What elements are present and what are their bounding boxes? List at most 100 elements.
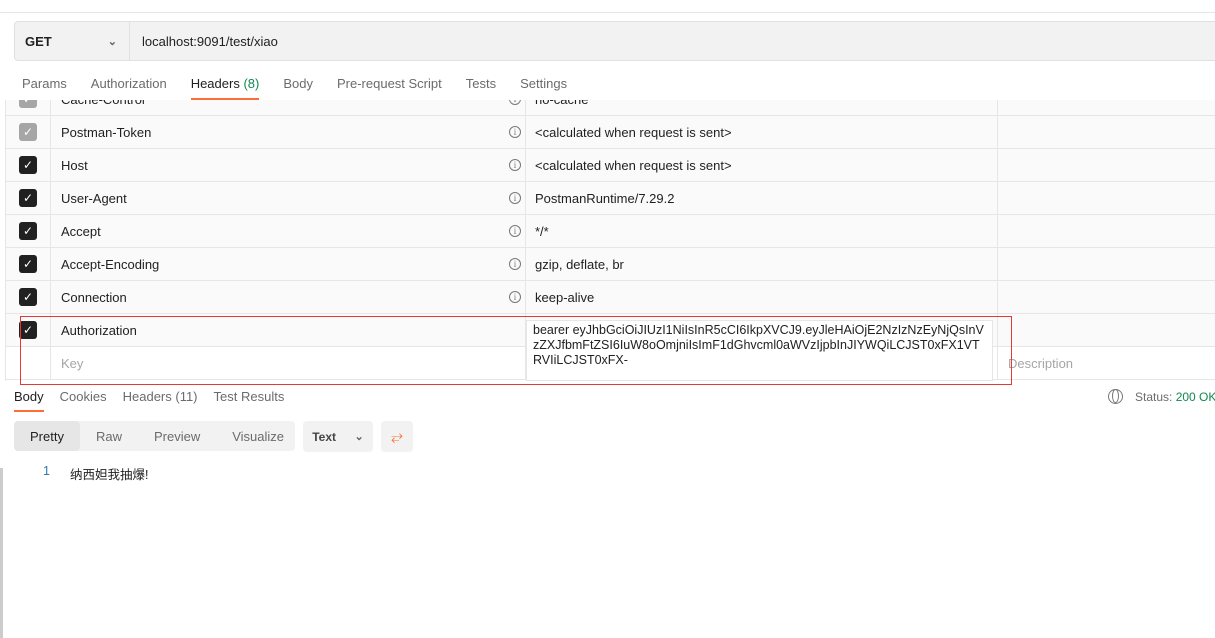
- key-input[interactable]: Key: [51, 347, 526, 379]
- info-icon[interactable]: i: [509, 258, 521, 270]
- checkbox-cell: ✓: [6, 314, 51, 346]
- method-select[interactable]: GET ⌄: [15, 22, 130, 60]
- checkbox[interactable]: ✓: [19, 222, 37, 240]
- method-label: GET: [25, 33, 52, 49]
- checkbox[interactable]: ✓: [19, 123, 37, 141]
- info-icon[interactable]: i: [509, 225, 521, 237]
- chevron-down-icon: ⌄: [107, 35, 117, 48]
- description-cell[interactable]: [998, 314, 1215, 346]
- response-tab-headers[interactable]: Headers (11): [123, 389, 198, 411]
- checkbox[interactable]: ✓: [19, 189, 37, 207]
- line-text: 纳西妲我抽爆!: [70, 468, 149, 482]
- response-tab-test-results[interactable]: Test Results: [214, 389, 285, 411]
- checkbox[interactable]: ✓: [19, 255, 37, 273]
- request-tabs: Params Authorization Headers (8) Body Pr…: [22, 76, 567, 100]
- top-bar: [0, 0, 1215, 13]
- header-key: Authorization: [61, 322, 137, 338]
- header-row: ✓ Host i <calculated when request is sent…: [6, 149, 1215, 182]
- info-icon[interactable]: i: [509, 159, 521, 171]
- key-cell[interactable]: User-Agent i: [51, 182, 526, 214]
- key-placeholder: Key: [61, 355, 84, 371]
- tab-headers-label: Headers: [190, 76, 240, 91]
- description-input[interactable]: Description: [998, 347, 1215, 379]
- key-cell[interactable]: Accept-Encoding i: [51, 248, 526, 280]
- request-url-bar: GET ⌄ localhost:9091/test/xiao: [14, 21, 1215, 61]
- view-raw[interactable]: Raw: [80, 421, 138, 451]
- key-cell[interactable]: Authorization: [51, 314, 526, 346]
- response-status: Status: 200 OK: [1108, 389, 1215, 404]
- chevron-down-icon: ⌄: [354, 431, 364, 443]
- header-row: ✓ Accept i */*: [6, 215, 1215, 248]
- checkbox[interactable]: ✓: [19, 288, 37, 306]
- header-row: ✓ Postman-Token i <calculated when reques…: [6, 116, 1215, 149]
- value-cell[interactable]: gzip, deflate, br: [526, 248, 998, 280]
- header-value: keep-alive: [535, 289, 595, 305]
- header-value: */*: [535, 223, 549, 239]
- header-row: ✓ User-Agent i PostmanRuntime/7.29.2: [6, 182, 1215, 215]
- format-select[interactable]: Text ⌄: [303, 421, 373, 452]
- header-value: no-cache: [535, 100, 588, 107]
- response-tabs: Body Cookies Headers (11) Test Results: [14, 389, 285, 412]
- globe-icon[interactable]: [1108, 389, 1123, 404]
- value-cell[interactable]: */*: [526, 215, 998, 247]
- description-cell[interactable]: [998, 182, 1215, 214]
- checkbox-cell: ✓: [6, 248, 51, 280]
- header-value: <calculated when request is sent>: [535, 124, 732, 140]
- header-value: <calculated when request is sent>: [535, 157, 732, 173]
- checkbox[interactable]: ✓: [19, 100, 37, 108]
- value-cell[interactable]: keep-alive: [526, 281, 998, 313]
- value-cell[interactable]: no-cache: [526, 100, 998, 115]
- checkbox[interactable]: ✓: [19, 156, 37, 174]
- tab-pre-request-script[interactable]: Pre-request Script: [337, 76, 442, 99]
- tab-authorization[interactable]: Authorization: [91, 76, 167, 99]
- response-tab-body[interactable]: Body: [14, 389, 44, 412]
- checkbox[interactable]: ✓: [19, 321, 37, 339]
- tab-params[interactable]: Params: [22, 76, 67, 99]
- info-icon[interactable]: i: [509, 192, 521, 204]
- header-row: ✓ Cache-Control i no-cache: [6, 100, 1215, 116]
- description-cell[interactable]: [998, 100, 1215, 115]
- header-value: gzip, deflate, br: [535, 256, 624, 272]
- wrap-lines-icon[interactable]: ⥂: [381, 421, 413, 452]
- description-cell[interactable]: [998, 215, 1215, 247]
- headers-count: (8): [243, 76, 260, 91]
- scrollbar[interactable]: [0, 468, 3, 638]
- header-key: Cache-Control: [61, 100, 145, 107]
- tab-settings[interactable]: Settings: [520, 76, 567, 99]
- key-cell[interactable]: Cache-Control i: [51, 100, 526, 115]
- checkbox-cell: ✓: [6, 215, 51, 247]
- header-value: PostmanRuntime/7.29.2: [535, 190, 675, 206]
- url-input[interactable]: localhost:9091/test/xiao: [130, 34, 278, 49]
- view-visualize[interactable]: Visualize: [216, 421, 300, 451]
- tab-headers[interactable]: Headers (8): [190, 76, 260, 100]
- header-key: User-Agent: [61, 190, 127, 206]
- info-icon[interactable]: i: [509, 291, 521, 303]
- description-cell[interactable]: [998, 116, 1215, 148]
- response-tab-cookies[interactable]: Cookies: [60, 389, 107, 411]
- checkbox-cell: ✓: [6, 100, 51, 115]
- value-cell[interactable]: <calculated when request is sent>: [526, 149, 998, 181]
- header-key: Host: [61, 157, 88, 173]
- view-preview[interactable]: Preview: [138, 421, 216, 451]
- value-cell[interactable]: <calculated when request is sent>: [526, 116, 998, 148]
- key-cell[interactable]: Host i: [51, 149, 526, 181]
- checkbox-cell: ✓: [6, 116, 51, 148]
- key-cell[interactable]: Postman-Token i: [51, 116, 526, 148]
- checkbox-cell: ✓: [6, 149, 51, 181]
- key-cell[interactable]: Accept i: [51, 215, 526, 247]
- header-key: Connection: [61, 289, 127, 305]
- view-mode-group: Pretty Raw Preview Visualize: [14, 421, 295, 451]
- key-cell[interactable]: Connection i: [51, 281, 526, 313]
- value-cell[interactable]: PostmanRuntime/7.29.2: [526, 182, 998, 214]
- info-icon[interactable]: i: [509, 100, 521, 105]
- authorization-value-input[interactable]: bearer eyJhbGciOiJIUzI1NiIsInR5cCI6IkpXV…: [526, 320, 993, 381]
- tab-tests[interactable]: Tests: [466, 76, 496, 99]
- description-cell[interactable]: [998, 149, 1215, 181]
- view-pretty[interactable]: Pretty: [14, 421, 80, 451]
- status-label: Status:: [1135, 389, 1173, 404]
- description-cell[interactable]: [998, 248, 1215, 280]
- info-icon[interactable]: i: [509, 126, 521, 138]
- tab-body[interactable]: Body: [283, 76, 313, 99]
- description-cell[interactable]: [998, 281, 1215, 313]
- checkbox-cell: [6, 347, 51, 379]
